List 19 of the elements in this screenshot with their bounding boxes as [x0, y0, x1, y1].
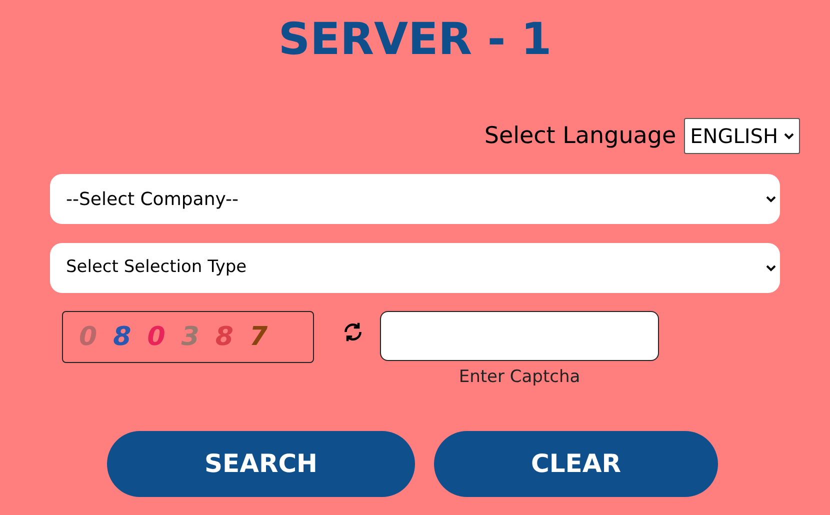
- chevron-down-icon: [766, 195, 776, 203]
- chevron-down-icon: [766, 264, 776, 272]
- clear-button[interactable]: CLEAR: [434, 430, 718, 496]
- search-button[interactable]: SEARCH: [107, 430, 415, 496]
- captcha-input[interactable]: [380, 311, 659, 361]
- captcha-digit: 8: [215, 320, 234, 354]
- selection-type-select[interactable]: Select Selection Type: [50, 243, 780, 293]
- captcha-digit: 7: [249, 320, 268, 354]
- language-select[interactable]: ENGLISH: [684, 118, 800, 154]
- company-select[interactable]: --Select Company--: [50, 174, 780, 224]
- language-label: Select Language: [484, 122, 676, 151]
- captcha-digit: 0: [147, 320, 166, 354]
- captcha-digit: 0: [79, 320, 98, 354]
- captcha-digit: 8: [113, 320, 132, 354]
- captcha-label: Enter Captcha: [458, 366, 580, 389]
- page-title: SERVER - 1: [278, 14, 552, 66]
- chevron-down-icon: [784, 132, 794, 140]
- refresh-icon[interactable]: [342, 321, 364, 343]
- captcha-digit: 3: [181, 320, 200, 354]
